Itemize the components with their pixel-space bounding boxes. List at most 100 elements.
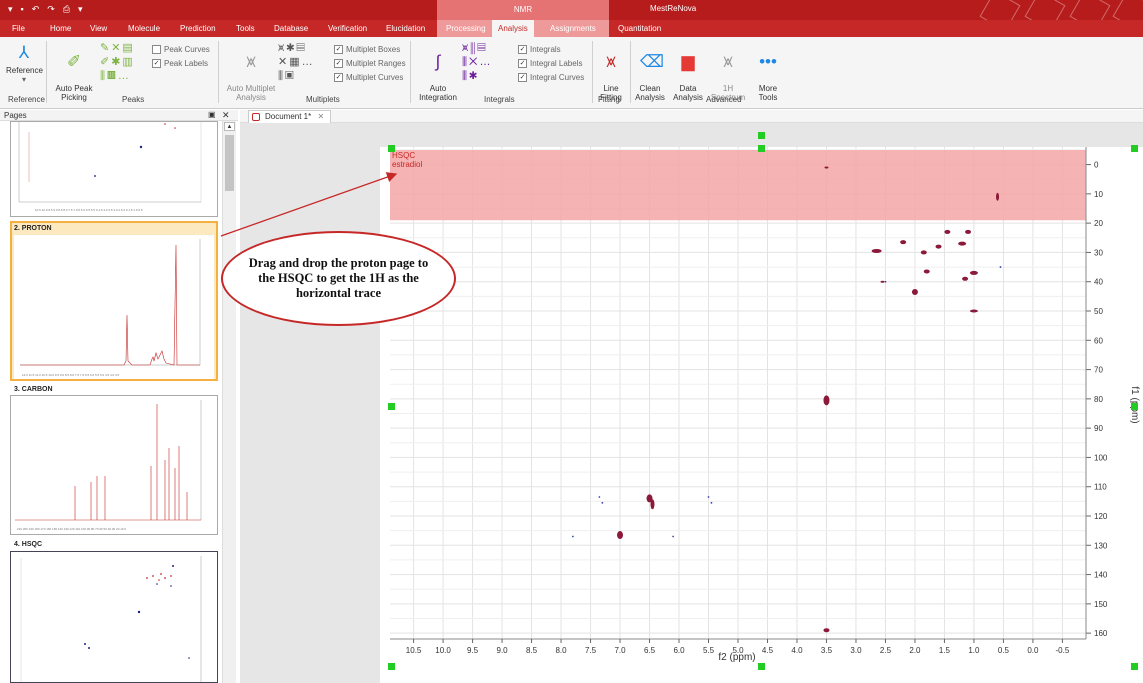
checkbox[interactable]: ✓ — [518, 73, 527, 82]
page-thumbnail-proton[interactable]: 2. PROTON 12.0 11.5 11.0 10.5 10.0 9.5 9… — [10, 221, 218, 381]
nmr-context-header: NMR — [437, 0, 609, 20]
x-tick-label: 8.0 — [555, 646, 567, 655]
auto-peak-label: Auto Peak Picking — [55, 84, 93, 102]
x-tick-label: 6.0 — [673, 646, 685, 655]
resize-handle[interactable] — [758, 132, 765, 139]
clean-analysis-button[interactable]: ⌫ Clean Analysis — [634, 43, 666, 111]
menu-file[interactable]: File — [6, 20, 31, 37]
menu-assignments[interactable]: Assignments — [544, 20, 602, 37]
multiplet-boxes-toggle[interactable]: ✓ Multiplet Boxes — [334, 45, 400, 54]
menu-elucidation[interactable]: Elucidation — [380, 20, 431, 37]
peak-tools-icon-group[interactable]: ✎✕▤ ✐✱▥ ⫼▦… — [100, 41, 135, 83]
redo-icon[interactable]: ↷ — [47, 4, 55, 15]
x-tick-label: 10.5 — [406, 646, 422, 655]
auto-integration-button[interactable]: ∫ Auto Integration — [416, 43, 460, 111]
peak-labels-toggle[interactable]: ✓ Peak Labels — [152, 59, 208, 68]
more-tools-button[interactable]: ••• More Tools — [752, 43, 784, 111]
resize-handle[interactable] — [1131, 145, 1138, 152]
cross-peak — [923, 269, 930, 274]
close-tab-icon[interactable]: ✕ — [317, 112, 324, 121]
thumbnail-proton-spectrum: 12.0 11.5 11.0 10.5 10.0 9.5 9.0 8.5 8.0… — [14, 235, 214, 379]
document-canvas[interactable]: 0 10 20 30 40 50 60 70 80 90 100 110 120 130 140 150 160… — [240, 123, 1143, 683]
spectrum-title: HSQC — [392, 151, 415, 160]
cross-peak — [962, 276, 969, 281]
page-label-carbon: 3. CARBON — [14, 386, 53, 393]
multiplet-curves-toggle[interactable]: ✓ Multiplet Curves — [334, 73, 403, 82]
menu-molecule[interactable]: Molecule — [122, 20, 166, 37]
pin-icon[interactable]: ▣ — [208, 110, 216, 119]
multiplet-tools-icon-group[interactable]: ⩙✱▤ ✕▦… ⫼▣ — [278, 41, 315, 83]
page-thumbnail-carbon[interactable]: 210 200 190 180 170 160 150 140 130 120 … — [10, 395, 218, 535]
separator — [630, 41, 631, 103]
x-tick-label: 3.0 — [850, 646, 862, 655]
checkbox[interactable]: ✓ — [518, 59, 527, 68]
multiplet-ranges-toggle[interactable]: ✓ Multiplet Ranges — [334, 59, 406, 68]
y-tick-label: 50 — [1094, 307, 1103, 316]
menu-prediction[interactable]: Prediction — [174, 20, 222, 37]
menu-tools[interactable]: Tools — [230, 20, 261, 37]
auto-peak-picking-button[interactable]: ✐ Auto Peak Picking — [54, 43, 94, 111]
page-thumbnail-1[interactable]: 10.5 10.0 9.5 9.0 8.5 8.0 7.5 7.0 6.5 6.… — [10, 121, 218, 217]
spectrum-icon: ⩙ — [723, 52, 733, 71]
resize-handle[interactable] — [1131, 663, 1138, 670]
group-label-fitting: Fitting — [598, 95, 620, 104]
menu-home[interactable]: Home — [44, 20, 77, 37]
x-tick-label: 6.5 — [644, 646, 656, 655]
integration-tools-icon-group[interactable]: ⩙⫼▤ ⫼✕… ⫼✱ — [462, 41, 492, 83]
peak-curves-toggle[interactable]: Peak Curves — [152, 45, 210, 54]
undo-icon[interactable]: ↶ — [32, 4, 40, 15]
menu-quantitation[interactable]: Quantitation — [612, 20, 667, 37]
checkbox[interactable] — [152, 45, 161, 54]
hsqc-spectrum-plot[interactable]: 0 10 20 30 40 50 60 70 80 90 100 110 120 130 140 150 160… — [380, 147, 1143, 683]
cross-peak — [871, 248, 882, 253]
cross-peak — [617, 531, 624, 540]
tab-document-1[interactable]: Document 1* ✕ — [248, 110, 332, 123]
print-icon[interactable]: ⎙ — [63, 4, 70, 15]
y-tick-label: 30 — [1094, 248, 1103, 257]
menu-processing[interactable]: Processing — [440, 20, 492, 37]
x-tick-label: 1.5 — [939, 646, 951, 655]
app-title: MestReNova — [650, 4, 697, 13]
x-tick-label: 8.5 — [526, 646, 538, 655]
resize-handle[interactable] — [758, 145, 765, 152]
svg-text:210 200 190 180 170 160 150 14: 210 200 190 180 170 160 150 140 130 120 … — [17, 527, 126, 531]
resize-handle[interactable] — [388, 403, 395, 410]
pages-scrollbar[interactable]: ▲ — [222, 121, 236, 683]
integral-curves-toggle[interactable]: ✓ Integral Curves — [518, 73, 584, 82]
cross-peak — [880, 280, 885, 283]
close-icon[interactable]: ✕ — [222, 110, 230, 121]
checkbox[interactable]: ✓ — [334, 45, 343, 54]
x-axis-title: f2 (ppm) — [718, 652, 755, 663]
menu-verification[interactable]: Verification — [322, 20, 373, 37]
menu-view[interactable]: View — [84, 20, 113, 37]
save-icon[interactable]: ▪ — [21, 4, 24, 15]
resize-handle[interactable] — [388, 145, 395, 152]
page-thumbnail-hsqc[interactable] — [10, 551, 218, 683]
resize-handle[interactable] — [1131, 403, 1138, 410]
cross-peak — [823, 628, 830, 633]
checkbox[interactable]: ✓ — [334, 73, 343, 82]
checkbox[interactable]: ✓ — [518, 45, 527, 54]
cross-peak — [996, 192, 1000, 201]
resize-handle[interactable] — [388, 663, 395, 670]
y-axis-ticks: 0 10 20 30 40 50 60 70 80 90 100 110 120 130 140 150 160 — [1086, 161, 1108, 638]
app-menu-icon[interactable]: ▾ — [8, 4, 13, 15]
integral-labels-toggle[interactable]: ✓ Integral Labels — [518, 59, 582, 68]
separator — [592, 41, 593, 103]
scrollbar-thumb[interactable] — [225, 135, 234, 191]
auto-integration-label: Auto Integration — [419, 84, 457, 102]
x-tick-label: 4.5 — [762, 646, 774, 655]
resize-handle[interactable] — [758, 663, 765, 670]
menu-analysis[interactable]: Analysis — [492, 20, 534, 37]
menu-database[interactable]: Database — [268, 20, 314, 37]
customize-icon[interactable]: ▾ — [78, 4, 83, 15]
scroll-up-icon[interactable]: ▲ — [224, 122, 235, 131]
checkbox[interactable]: ✓ — [152, 59, 161, 68]
pages-panel-title: Pages — [4, 111, 27, 120]
checkbox[interactable]: ✓ — [334, 59, 343, 68]
reference-button[interactable]: ⅄ Reference ▾ — [6, 43, 43, 84]
cross-peak — [965, 229, 972, 234]
integrals-toggle[interactable]: ✓ Integrals — [518, 45, 561, 54]
auto-multiplet-analysis-button[interactable]: ⩙ Auto Multiplet Analysis — [226, 43, 276, 111]
data-analysis-button[interactable]: ▆ Data Analysis — [670, 43, 706, 111]
